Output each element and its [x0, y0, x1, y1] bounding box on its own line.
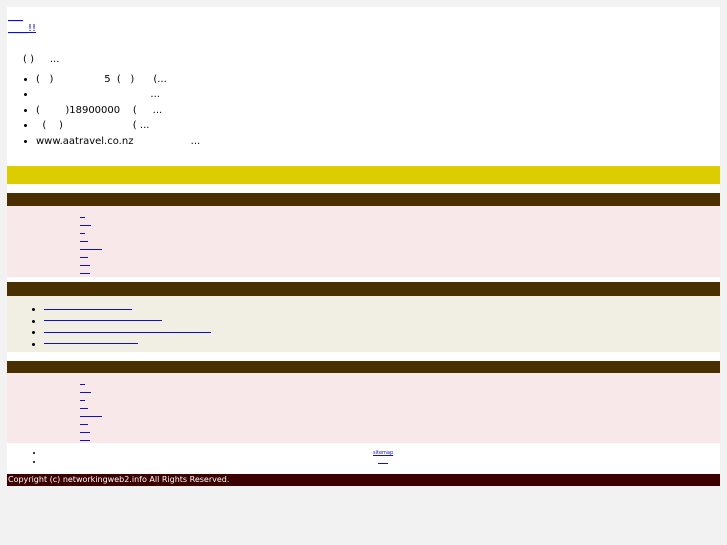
- section-header-bar: [7, 361, 720, 373]
- nav-link[interactable]: [80, 233, 85, 234]
- copyright-text: Copyright (c) networkingweb2.info All Ri…: [8, 475, 230, 484]
- list-item: [44, 457, 47, 466]
- copyright-bar: Copyright (c) networkingweb2.info All Ri…: [7, 474, 720, 486]
- sitemap-link[interactable]: sitemap: [373, 450, 393, 456]
- headline-link[interactable]: ____!!: [8, 23, 36, 34]
- nav-link[interactable]: [80, 440, 90, 441]
- nav-link[interactable]: [80, 217, 85, 218]
- list-item[interactable]: [44, 339, 211, 351]
- nav-link[interactable]: [80, 225, 91, 226]
- nav-link[interactable]: [80, 392, 91, 393]
- list-item: ( ) ( ...: [36, 118, 200, 133]
- list-item: [44, 448, 47, 457]
- top-link[interactable]: ___: [8, 11, 23, 22]
- section-header-bar: [7, 193, 720, 206]
- link-underline[interactable]: [44, 320, 162, 322]
- nav-link[interactable]: [80, 273, 90, 274]
- link-underline[interactable]: [44, 331, 211, 333]
- nav-link[interactable]: [80, 265, 90, 266]
- footer-link[interactable]: [378, 463, 388, 464]
- link-underline[interactable]: [44, 308, 132, 310]
- nav-link[interactable]: [80, 424, 88, 425]
- nav-link[interactable]: [80, 416, 102, 417]
- link-box-3: [7, 373, 720, 443]
- yellow-banner: [7, 166, 720, 184]
- nav-link[interactable]: [80, 241, 88, 242]
- list-item: ( )18900000 ( ...: [36, 103, 200, 118]
- list-item[interactable]: [44, 327, 211, 339]
- nav-link[interactable]: [80, 432, 90, 433]
- list-item[interactable]: [44, 316, 211, 328]
- nav-link[interactable]: [80, 400, 85, 401]
- list-item: www.aatravel.co.nz ...: [36, 134, 200, 149]
- list-item[interactable]: [44, 304, 211, 316]
- snippet-list: ( ) 5 ( ) (... ... ( )18900000 ( ... ( )…: [16, 72, 200, 149]
- link-list: [24, 304, 211, 350]
- nav-link[interactable]: [80, 408, 88, 409]
- section-header-bar: [7, 282, 720, 296]
- footer-list: [24, 448, 47, 466]
- list-item: ...: [36, 87, 200, 102]
- nav-link[interactable]: [80, 249, 102, 250]
- link-underline[interactable]: [44, 343, 138, 345]
- link-box-1: [7, 206, 720, 277]
- intro-text: ( ) ...: [23, 54, 60, 65]
- nav-link[interactable]: [80, 257, 88, 258]
- list-item: ( ) 5 ( ) (...: [36, 72, 200, 87]
- nav-link[interactable]: [80, 384, 85, 385]
- page: ___ ____!! ( ) ... ( ) 5 ( ) (... ... ( …: [0, 0, 727, 545]
